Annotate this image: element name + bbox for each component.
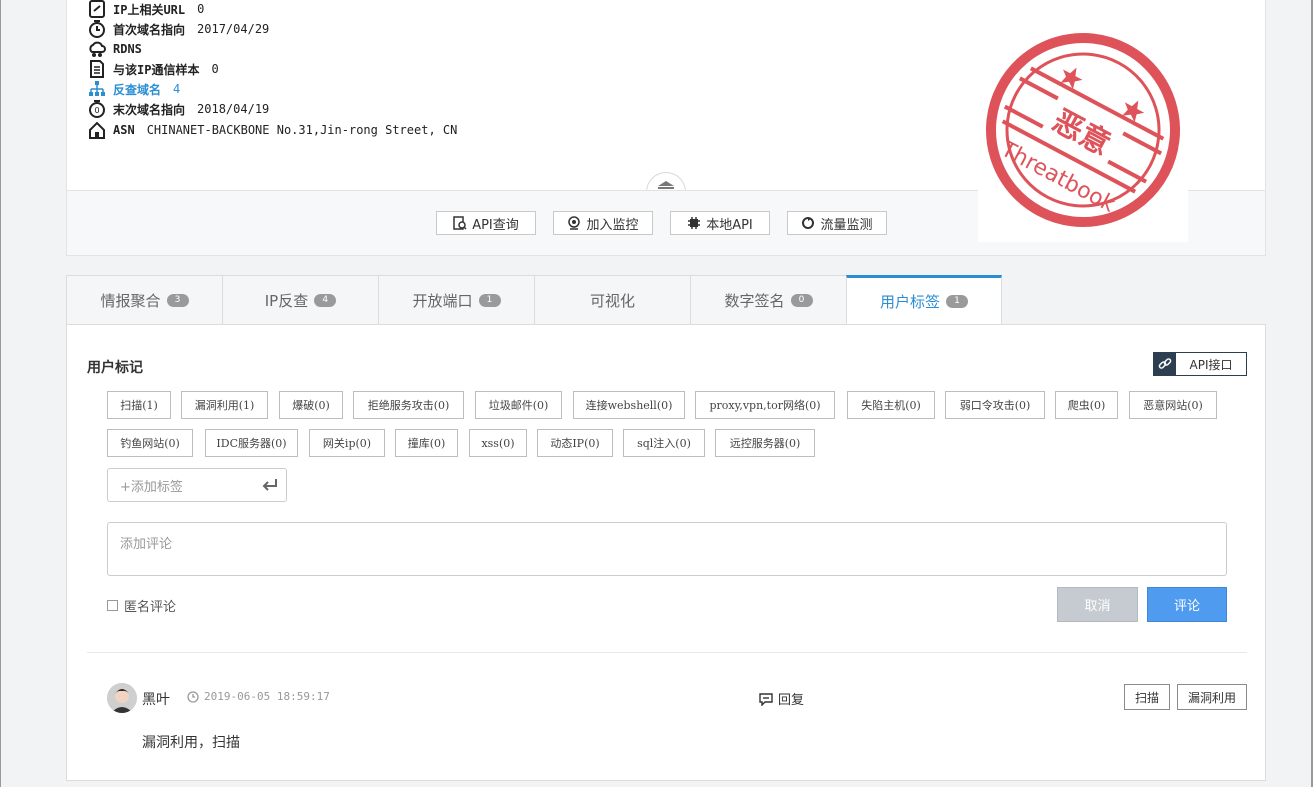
tag-webshell[interactable]: 连接webshell(0): [573, 391, 685, 419]
tab-count-badge: 1: [478, 293, 501, 307]
tag-weak-password[interactable]: 弱口令攻击(0): [945, 391, 1045, 419]
tag-exploit[interactable]: 漏洞利用(1): [181, 391, 268, 419]
timer-icon: 0: [87, 99, 107, 119]
user-tags-panel: 用户标记 API接口 扫描(1) 漏洞利用(1) 爆破(0) 拒绝服务攻击(0)…: [66, 324, 1266, 781]
tab-digital-signature[interactable]: 数字签名 0: [690, 275, 846, 325]
tab-user-tags[interactable]: 用户标签 1: [846, 275, 1002, 325]
comment-timestamp: 2019-06-05 18:59:17: [187, 690, 330, 703]
tab-visualization[interactable]: 可视化: [534, 275, 690, 325]
tab-intel[interactable]: 情报聚合 3: [66, 275, 222, 325]
chain-link-icon: [1154, 353, 1176, 375]
tag-scan[interactable]: 扫描(1): [107, 391, 171, 419]
divider: [87, 652, 1247, 653]
tab-open-ports[interactable]: 开放端口 1: [378, 275, 534, 325]
enter-icon: [260, 475, 280, 499]
tab-ip-reverse[interactable]: IP反查 4: [222, 275, 378, 325]
reply-button[interactable]: 回复: [759, 689, 804, 708]
add-tag-input[interactable]: +添加标签: [107, 468, 287, 502]
tag-gateway-ip[interactable]: 网关ip(0): [309, 429, 385, 457]
clock-icon: [87, 19, 107, 39]
doc-search-icon: [453, 216, 467, 230]
window-frame-left: [0, 0, 1, 787]
malicious-stamp: 恶意 Threatbook: [978, 30, 1188, 242]
clock-icon: [187, 690, 199, 703]
tab-count-badge: 1: [946, 294, 968, 308]
tag-spam[interactable]: 垃圾邮件(0): [475, 391, 562, 419]
local-api-button[interactable]: 本地API: [670, 211, 770, 235]
tag-xss[interactable]: xss(0): [469, 429, 527, 457]
info-row-asn: ASN CHINANET-BACKBONE No.31,Jin-rong Str…: [87, 120, 457, 140]
sitemap-icon: [87, 79, 107, 99]
home-icon: [87, 120, 107, 140]
comment-user-name[interactable]: 黑叶: [142, 689, 170, 709]
tag-dynamic-ip[interactable]: 动态IP(0): [537, 429, 613, 457]
user-avatar-icon: [107, 683, 137, 713]
tag-malicious-site[interactable]: 恶意网站(0): [1129, 391, 1217, 419]
info-row-rdns: RDNS: [87, 39, 154, 59]
tag-credential-stuffing[interactable]: 撞库(0): [395, 429, 458, 457]
tag-dos[interactable]: 拒绝服务攻击(0): [353, 391, 464, 419]
tab-bar: 情报聚合 3 IP反查 4 开放端口 1 可视化 数字签名 0 用户标签 1: [66, 275, 1002, 325]
refresh-icon: [802, 217, 815, 229]
tag-sql-injection[interactable]: sql注入(0): [623, 429, 705, 457]
checkbox-icon[interactable]: [107, 600, 118, 611]
add-monitor-button[interactable]: 加入监控: [553, 211, 653, 235]
anonymous-comment-checkbox[interactable]: 匿名评论: [107, 596, 176, 615]
section-title: 用户标记: [87, 360, 143, 376]
document-icon: [87, 59, 107, 79]
tag-idc-server[interactable]: IDC服务器(0): [205, 429, 298, 457]
svg-text:0: 0: [94, 106, 99, 115]
cloud-network-icon: [87, 39, 107, 59]
info-row-samples: 与该IP通信样本 0: [87, 59, 219, 79]
comment-text: 漏洞利用，扫描: [142, 735, 240, 751]
cancel-button[interactable]: 取消: [1057, 587, 1138, 622]
tag-c2-server[interactable]: 远控服务器(0): [715, 429, 815, 457]
submit-comment-button[interactable]: 评论: [1147, 587, 1227, 622]
api-query-button[interactable]: API查询: [436, 211, 536, 235]
tag-bruteforce[interactable]: 爆破(0): [279, 391, 343, 419]
tag-crawler[interactable]: 爬虫(0): [1055, 391, 1118, 419]
traffic-monitor-button[interactable]: 流量监测: [787, 211, 887, 235]
link-icon: [87, 0, 107, 19]
comment-tag-exploit[interactable]: 漏洞利用: [1177, 684, 1247, 710]
tag-phishing[interactable]: 钓鱼网站(0): [107, 429, 193, 457]
chip-icon: [688, 217, 701, 229]
threatbook-stamp-icon: 恶意 Threatbook: [986, 32, 1180, 227]
comment-textarea[interactable]: 添加评论: [107, 522, 1227, 576]
collapse-up-icon: [658, 181, 674, 189]
webcam-icon: [568, 216, 581, 230]
comment-tag-scan[interactable]: 扫描: [1124, 684, 1170, 710]
tag-proxy[interactable]: proxy,vpn,tor网络(0): [695, 391, 835, 419]
info-row-related-url: IP上相关URL 0: [87, 0, 204, 19]
info-row-first-resolve: 首次域名指向 2017/04/29: [87, 19, 269, 39]
tag-compromised-host[interactable]: 失陷主机(0): [847, 391, 935, 419]
tab-count-badge: 0: [790, 293, 813, 307]
avatar[interactable]: [107, 683, 137, 713]
api-interface-button[interactable]: API接口: [1153, 352, 1247, 376]
info-row-last-resolve: 0 末次域名指向 2018/04/19: [87, 99, 269, 119]
comment-bubble-icon: [759, 692, 773, 706]
tab-count-badge: 4: [314, 293, 337, 307]
info-row-reverse-domain[interactable]: 反查域名 4: [87, 79, 180, 99]
tab-count-badge: 3: [166, 293, 189, 307]
